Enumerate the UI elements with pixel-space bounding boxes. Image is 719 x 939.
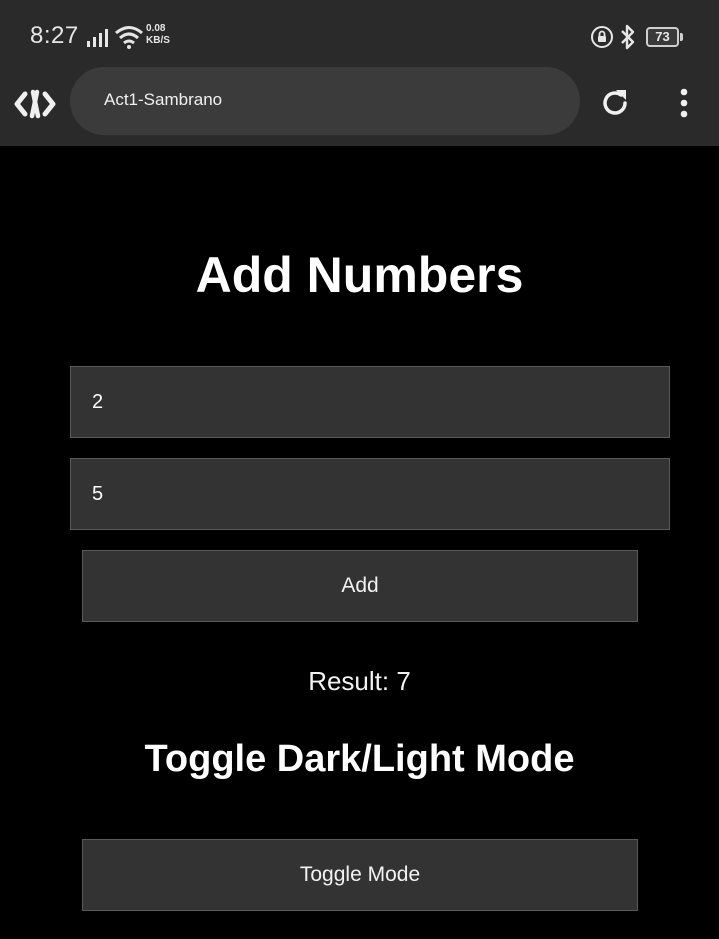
page-title-in-address-bar: Act1-Sambrano (104, 90, 223, 109)
page-title: Add Numbers (195, 247, 524, 303)
battery-tip (680, 33, 683, 41)
signal-icon (87, 29, 108, 47)
bluetooth-icon (621, 24, 635, 50)
first-number-input[interactable] (70, 366, 670, 438)
page-content: Add Numbers Add Result: 7 Toggle Dark/Li… (0, 146, 719, 939)
result-text: Result: 7 (308, 666, 411, 696)
status-bar: 8:27 0.08 KB/S 73 (0, 0, 719, 64)
reload-icon[interactable] (596, 84, 634, 122)
network-speed: 0.08 KB/S (146, 23, 170, 47)
more-menu-icon[interactable] (672, 84, 696, 122)
wifi-icon (115, 26, 143, 49)
second-number-input[interactable] (70, 458, 670, 530)
browser-toolbar: Act1-Sambrano (0, 64, 719, 146)
lock-icon (591, 26, 613, 48)
app-logo-icon[interactable] (14, 86, 56, 122)
address-bar[interactable]: Act1-Sambrano (70, 67, 580, 135)
status-time: 8:27 (30, 22, 79, 49)
network-speed-value: 0.08 (146, 23, 166, 34)
add-button[interactable]: Add (82, 550, 638, 622)
battery-level: 73 (655, 29, 670, 44)
toggle-mode-button[interactable]: Toggle Mode (82, 839, 638, 911)
toggle-section-title: Toggle Dark/Light Mode (144, 738, 575, 780)
network-speed-unit: KB/S (146, 35, 170, 46)
battery-icon: 73 (646, 27, 684, 47)
